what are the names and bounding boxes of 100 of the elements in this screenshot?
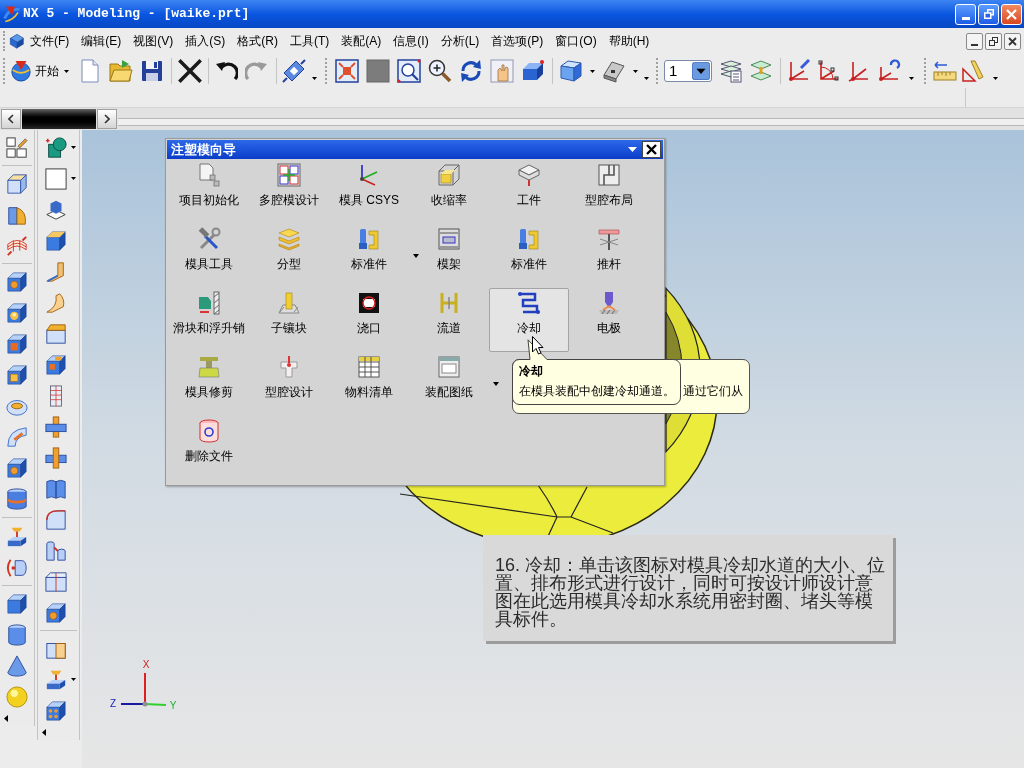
plate-icon[interactable] — [602, 59, 626, 83]
start-button[interactable]: 开始 — [10, 58, 74, 84]
dropdown-caret-icon[interactable] — [311, 76, 317, 80]
rotate-icon[interactable] — [458, 59, 483, 83]
layer-dropdown[interactable]: 1 — [664, 60, 712, 82]
cylinder-icon[interactable] — [6, 487, 28, 510]
minimize-button[interactable] — [966, 32, 983, 50]
scroll-left-icon[interactable] — [4, 714, 8, 722]
box-icon[interactable] — [45, 322, 67, 345]
cube-pad-icon[interactable] — [6, 363, 28, 386]
book-icon[interactable] — [45, 477, 67, 500]
tool-button[interactable]: 模架 — [409, 224, 489, 288]
cylinder-icon[interactable] — [6, 623, 28, 646]
bent-sheet-icon[interactable] — [45, 260, 67, 283]
shape-plus-icon[interactable] — [45, 136, 67, 159]
scroll-right-button[interactable] — [97, 109, 117, 129]
fit-view-icon[interactable] — [334, 59, 359, 83]
menu-item[interactable]: 帮助(H) — [608, 33, 650, 49]
tool-button[interactable]: 收缩率 — [409, 160, 489, 224]
block-icon[interactable] — [6, 172, 28, 195]
block-icon[interactable] — [520, 59, 545, 83]
sketch-icon[interactable] — [6, 136, 28, 159]
dropdown-caret-icon[interactable] — [908, 76, 914, 80]
save-icon[interactable] — [139, 59, 164, 83]
tool-button[interactable]: 项目初始化 — [169, 160, 249, 224]
tool-button[interactable]: 电极 — [569, 288, 649, 352]
mesh-surface-icon[interactable] — [6, 234, 28, 257]
tool-button[interactable]: 滑块和浮升销 — [169, 288, 249, 352]
cube-holes-icon[interactable] — [45, 699, 67, 722]
dropdown-caret-icon[interactable] — [71, 146, 76, 149]
tool-button[interactable]: 删除文件 — [169, 416, 249, 480]
zoom-icon[interactable] — [427, 59, 452, 83]
menu-item[interactable]: 编辑(E) — [81, 33, 122, 49]
cone-icon[interactable] — [6, 654, 28, 677]
cube-icon[interactable] — [6, 592, 28, 615]
split-box-icon[interactable] — [45, 570, 67, 593]
folder-icon[interactable] — [108, 59, 133, 83]
cube-icon[interactable] — [45, 229, 67, 252]
curved-sheet-icon[interactable] — [45, 291, 67, 314]
tool-button[interactable]: 模具工具 — [169, 224, 249, 288]
cylinders-icon[interactable] — [45, 539, 67, 562]
menu-item[interactable]: 工具(T) — [290, 33, 330, 49]
dropdown-caret-icon[interactable] — [71, 177, 76, 180]
cross-blocks-icon[interactable] — [45, 415, 67, 438]
tool-button[interactable]: 子镶块 — [249, 288, 329, 352]
dropdown-caret-icon[interactable] — [413, 254, 419, 258]
menu-item[interactable]: 首选项(P) — [491, 33, 544, 49]
tool-button[interactable]: 冷却 — [489, 288, 569, 352]
dropdown-caret-icon[interactable] — [493, 382, 499, 386]
tool-button[interactable]: 流道 — [409, 288, 489, 352]
tool-button[interactable]: 标准件 — [329, 224, 409, 288]
menu-item[interactable]: 分析(L) — [440, 33, 480, 49]
resource-tab[interactable] — [22, 109, 96, 129]
menu-item[interactable]: 视图(V) — [133, 33, 174, 49]
menu-item[interactable]: 装配(A) — [341, 33, 382, 49]
dropdown-caret-icon[interactable] — [992, 76, 998, 80]
cube-pocket-icon[interactable] — [6, 332, 28, 355]
axes-icon[interactable] — [847, 59, 871, 83]
tool-button[interactable]: 多腔模设计 — [249, 160, 329, 224]
dropdown-caret-icon[interactable] — [628, 147, 637, 152]
cube-hole-icon[interactable] — [45, 601, 67, 624]
axes-icon[interactable] — [817, 59, 841, 83]
tool-button[interactable]: 工件 — [489, 160, 569, 224]
menu-item[interactable]: 格式(R) — [237, 33, 278, 49]
cube-cut-icon[interactable] — [45, 353, 67, 376]
close-button[interactable] — [1004, 32, 1021, 50]
arc-box-icon[interactable] — [45, 508, 67, 531]
close-button[interactable] — [642, 141, 661, 158]
tool-button[interactable]: 推杆 — [569, 224, 649, 288]
tool-button[interactable]: 标准件 — [489, 224, 569, 288]
curved-block-icon[interactable] — [6, 425, 28, 448]
tool-button[interactable]: 模具 CSYS — [329, 160, 409, 224]
cube-boss-icon[interactable] — [6, 301, 28, 324]
cube-icon[interactable] — [9, 33, 25, 49]
scroll-left-icon[interactable] — [42, 728, 46, 736]
tool-button[interactable]: 型腔设计 — [249, 352, 329, 416]
diamond-arrows-icon[interactable] — [282, 59, 306, 83]
scroll-left-button[interactable] — [1, 109, 21, 129]
restore-button[interactable] — [985, 32, 1002, 50]
tool-button[interactable]: 装配图纸 — [409, 352, 489, 416]
funnel-block-icon[interactable] — [45, 668, 67, 691]
ruler-icon[interactable] — [961, 59, 985, 83]
dropdown-caret-icon[interactable] — [589, 69, 595, 73]
menu-item[interactable]: 文件(F) — [30, 33, 70, 49]
square-icon[interactable] — [45, 167, 67, 190]
tool-button[interactable]: 物料清单 — [329, 352, 409, 416]
square-icon[interactable] — [365, 59, 390, 83]
axes-icon[interactable] — [787, 59, 811, 83]
funnel-block-icon[interactable] — [6, 525, 28, 548]
cross-blocks-icon[interactable] — [45, 446, 67, 469]
cube-hole-icon[interactable] — [6, 456, 28, 479]
delete-icon[interactable] — [178, 59, 202, 83]
zoom-window-icon[interactable] — [396, 59, 421, 83]
tool-button[interactable]: 模具修剪 — [169, 352, 249, 416]
menu-item[interactable]: 窗口(O) — [555, 33, 597, 49]
tool-button[interactable]: 分型 — [249, 224, 329, 288]
dropdown-caret-icon[interactable] — [64, 69, 69, 73]
cube-hole-icon[interactable] — [6, 270, 28, 293]
layers-icon[interactable] — [749, 59, 773, 83]
axes-icon[interactable] — [877, 59, 901, 83]
